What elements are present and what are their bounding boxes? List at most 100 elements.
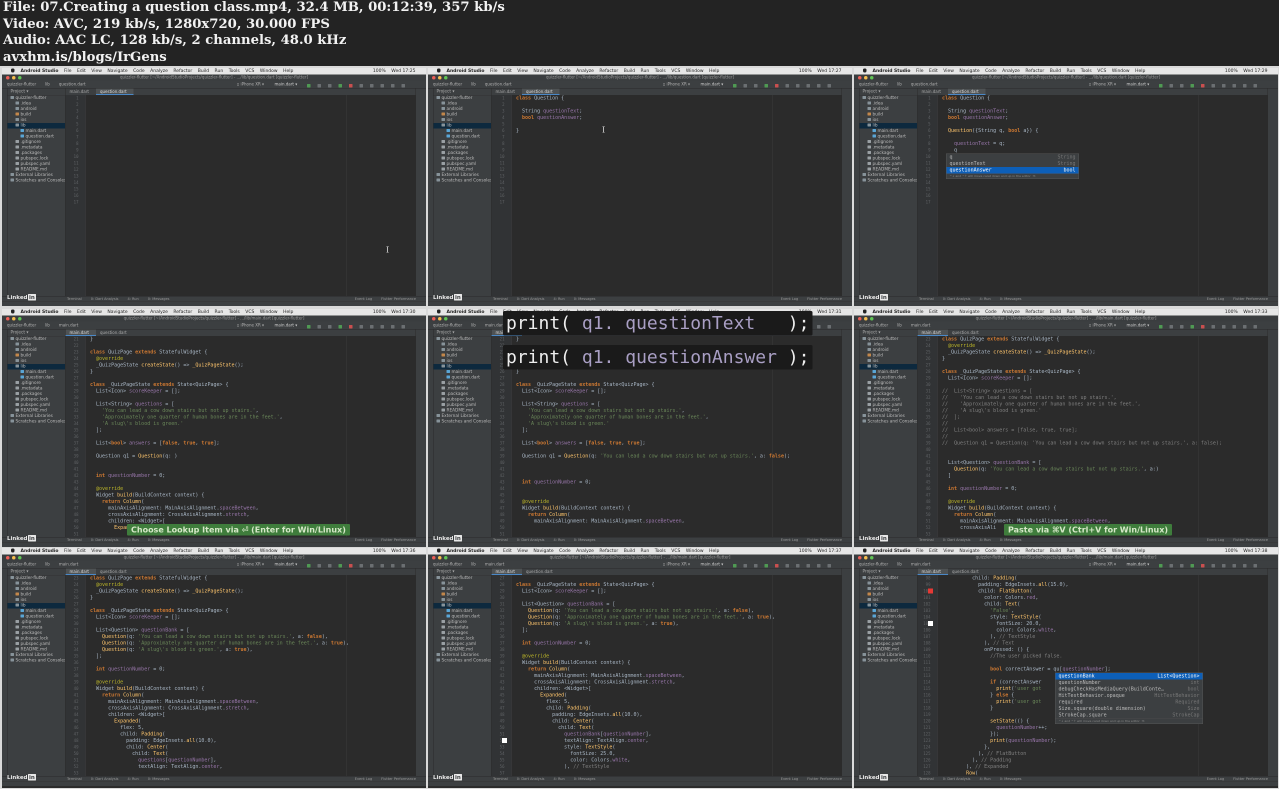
menu-item-build[interactable]: Build — [1050, 69, 1061, 74]
video-thumbnail[interactable]: Android Studio File Edit View Navigate Code An… — [2, 68, 426, 306]
device-selector[interactable]: ▯ iPhone XR ▾ — [663, 81, 690, 89]
toolbar-action-icon[interactable] — [349, 325, 353, 329]
color-swatch-icon[interactable] — [502, 738, 507, 743]
run-config-selector[interactable]: main.dart ▾ — [701, 81, 724, 89]
project-tree-item[interactable]: Scratches and Consoles — [8, 419, 65, 425]
minimize-window-button[interactable] — [12, 76, 16, 80]
device-selector[interactable]: ▯ iPhone XR ▾ — [237, 322, 264, 330]
breadcrumb-file[interactable]: main.dart — [911, 323, 930, 328]
menu-item-help[interactable]: Help — [283, 549, 293, 554]
toolbar-action-icon[interactable] — [338, 325, 342, 329]
menu-item-file[interactable]: File — [916, 549, 924, 554]
menu-item-edit[interactable]: Edit — [503, 69, 512, 74]
menu-item-file[interactable]: File — [916, 310, 924, 315]
toolbar-action-icon[interactable] — [785, 564, 789, 568]
menu-item-analyze[interactable]: Analyze — [576, 69, 594, 74]
toolbar-action-icon[interactable] — [1243, 325, 1247, 329]
breadcrumb-project[interactable]: quizzler-flutter — [7, 82, 36, 87]
menu-item-help[interactable]: Help — [1135, 549, 1145, 554]
project-tree-item[interactable]: Scratches and Consoles — [8, 178, 65, 184]
code-editor[interactable]: class Question { String questionText; bo… — [938, 95, 1268, 296]
menu-item-android-studio[interactable]: Android Studio — [447, 310, 485, 315]
menu-item-file[interactable]: File — [64, 310, 72, 315]
toolbar-action-icon[interactable] — [1253, 325, 1257, 329]
toolbar-action-icon[interactable] — [359, 325, 363, 329]
device-selector[interactable]: ▯ iPhone XR ▾ — [1089, 561, 1116, 569]
toolbar-action-icon[interactable] — [817, 564, 821, 568]
breadcrumb-file[interactable]: question.dart — [911, 82, 938, 87]
project-panel-header[interactable]: Project ▾ — [7, 89, 65, 96]
menu-item-window[interactable]: Window — [686, 549, 704, 554]
run-config-selector[interactable]: main.dart ▾ — [275, 322, 298, 330]
menu-item-tools[interactable]: Tools — [1081, 310, 1092, 315]
menu-item-vcs[interactable]: VCS — [245, 69, 254, 74]
menu-item-edit[interactable]: Edit — [77, 69, 86, 74]
menu-item-run[interactable]: Run — [641, 549, 650, 554]
video-thumbnail[interactable]: Android Studio File Edit View Navigate Code An… — [428, 68, 852, 306]
menu-item-edit[interactable]: Edit — [929, 69, 938, 74]
toolbar-action-icon[interactable] — [317, 325, 321, 329]
minimize-window-button[interactable] — [864, 556, 868, 560]
menu-item-view[interactable]: View — [91, 549, 102, 554]
project-tree-item[interactable]: Scratches and Consoles — [860, 658, 917, 664]
menu-item-build[interactable]: Build — [198, 69, 209, 74]
menu-item-navigate[interactable]: Navigate — [533, 549, 553, 554]
toolbar-action-icon[interactable] — [380, 325, 384, 329]
toolbar-action-icon[interactable] — [775, 84, 779, 88]
menu-item-window[interactable]: Window — [1112, 310, 1130, 315]
menu-item-code[interactable]: Code — [133, 310, 145, 315]
device-selector[interactable]: ▯ iPhone XR ▾ — [1089, 322, 1116, 330]
toolbar-action-icon[interactable] — [401, 325, 405, 329]
menu-item-navigate[interactable]: Navigate — [959, 69, 979, 74]
breadcrumb-project[interactable]: quizzler-flutter — [433, 323, 462, 328]
project-panel-header[interactable]: Project ▾ — [859, 569, 917, 576]
toolbar-action-icon[interactable] — [307, 564, 311, 568]
menu-item-file[interactable]: File — [64, 549, 72, 554]
toolbar-action-icon[interactable] — [1180, 325, 1184, 329]
toolbar-action-icon[interactable] — [380, 84, 384, 88]
video-thumbnail[interactable]: Android Studio File Edit View Navigate Code An… — [854, 68, 1278, 306]
project-panel-header[interactable]: Project ▾ — [433, 330, 491, 337]
menu-item-run[interactable]: Run — [215, 310, 224, 315]
toolbar-action-icon[interactable] — [1243, 84, 1247, 88]
toolbar-action-icon[interactable] — [817, 84, 821, 88]
apple-icon[interactable] — [11, 68, 15, 73]
toolbar-action-icon[interactable] — [827, 325, 831, 329]
run-config-selector[interactable]: main.dart ▾ — [1127, 81, 1150, 89]
project-tree-item[interactable]: Scratches and Consoles — [8, 658, 65, 664]
project-tree-item[interactable]: Scratches and Consoles — [434, 178, 491, 184]
device-selector[interactable]: ▯ iPhone XR ▾ — [237, 561, 264, 569]
toolbar-action-icon[interactable] — [1201, 325, 1205, 329]
toolbar-action-icon[interactable] — [1159, 84, 1163, 88]
minimize-window-button[interactable] — [12, 556, 16, 560]
code-editor[interactable]: }class QuizPage extends StatefulWidget {… — [86, 336, 416, 537]
toolbar-action-icon[interactable] — [370, 564, 374, 568]
project-panel-header[interactable]: Project ▾ — [433, 569, 491, 576]
menu-item-vcs[interactable]: VCS — [1097, 549, 1106, 554]
video-thumbnail[interactable]: Android Studio File Edit View Navigate Code An… — [854, 548, 1278, 788]
menu-item-tools[interactable]: Tools — [229, 69, 240, 74]
menu-item-android-studio[interactable]: Android Studio — [21, 310, 59, 315]
toolbar-action-icon[interactable] — [764, 564, 768, 568]
run-config-selector[interactable]: main.dart ▾ — [701, 561, 724, 569]
menu-item-run[interactable]: Run — [1067, 549, 1076, 554]
menu-item-refactor[interactable]: Refactor — [1025, 549, 1044, 554]
menu-item-android-studio[interactable]: Android Studio — [447, 549, 485, 554]
toolbar-action-icon[interactable] — [754, 564, 758, 568]
menu-item-build[interactable]: Build — [624, 549, 635, 554]
close-window-button[interactable] — [432, 556, 436, 560]
toolbar-action-icon[interactable] — [1222, 84, 1226, 88]
toolbar-action-icon[interactable] — [317, 84, 321, 88]
menu-item-code[interactable]: Code — [559, 549, 571, 554]
code-editor[interactable]: class QuizPage extends StatefulWidget { … — [938, 336, 1268, 537]
toolbar-action-icon[interactable] — [1159, 325, 1163, 329]
menu-item-android-studio[interactable]: Android Studio — [873, 549, 911, 554]
toolbar-action-icon[interactable] — [359, 84, 363, 88]
device-selector[interactable]: ▯ iPhone XR ▾ — [1089, 81, 1116, 89]
toolbar-action-icon[interactable] — [391, 564, 395, 568]
run-config-selector[interactable]: main.dart ▾ — [275, 81, 298, 89]
breadcrumb-project[interactable]: quizzler-flutter — [859, 562, 888, 567]
toolbar-action-icon[interactable] — [1232, 325, 1236, 329]
video-thumbnail[interactable]: Android Studio File Edit View Navigate Code An… — [2, 548, 426, 788]
menu-item-build[interactable]: Build — [624, 69, 635, 74]
